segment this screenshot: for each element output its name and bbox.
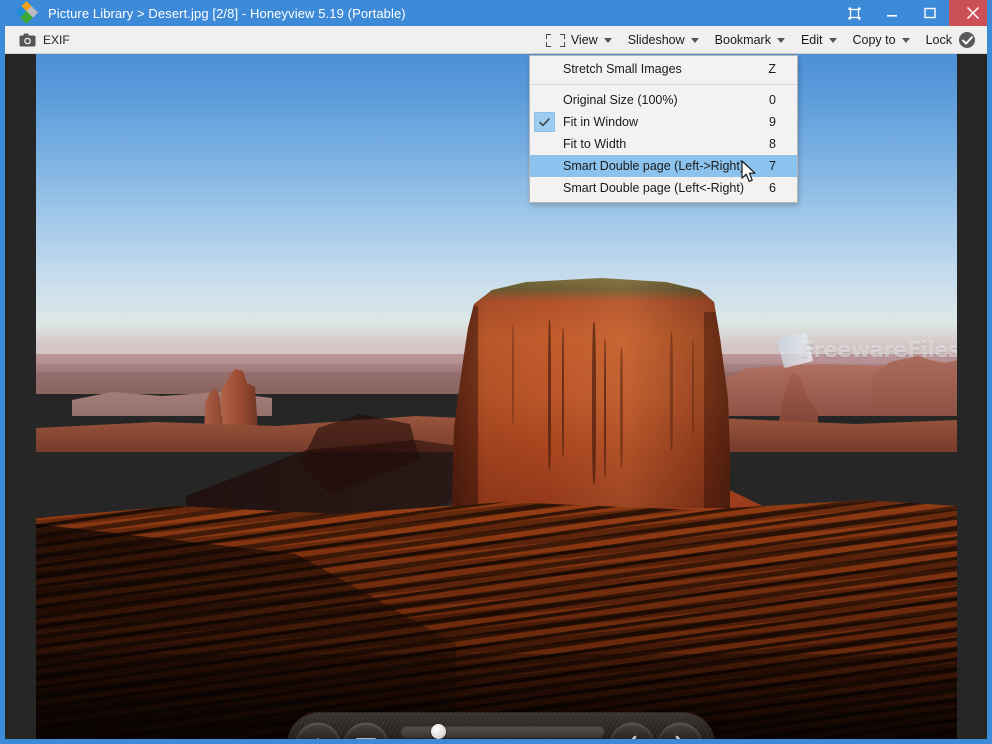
menu-bookmark-label: Bookmark [715, 33, 771, 47]
caption-buttons [835, 0, 992, 26]
menu-item-label: Fit to Width [563, 137, 626, 151]
menu-item-original-size[interactable]: Original Size (100%) 0 [530, 89, 797, 111]
menu-item-stretch-small-images[interactable]: Stretch Small Images Z [530, 58, 797, 80]
bottom-control-bar: Lock [288, 713, 714, 739]
previous-image-button[interactable] [610, 723, 654, 739]
minimize-button[interactable] [873, 0, 911, 26]
progress-slider[interactable] [400, 725, 605, 738]
checkmark-icon [534, 112, 555, 132]
menu-separator [531, 84, 796, 85]
menu-item-label: Smart Double page (Left<-Right) [563, 181, 744, 195]
displayed-photo: FreewareFiles.com [36, 54, 957, 739]
toolbar-menus: View Slideshow Bookmark Edit Copy to Loc… [538, 26, 983, 54]
menu-item-fit-to-width[interactable]: Fit to Width 8 [530, 133, 797, 155]
menu-edit[interactable]: Edit [793, 26, 845, 54]
menu-item-smart-double-page-rtl[interactable]: Smart Double page (Left<-Right) 6 [530, 177, 797, 199]
eject-icon [307, 736, 329, 739]
application-window: Picture Library > Desert.jpg [2/8] - Hon… [0, 0, 992, 744]
menu-bookmark[interactable]: Bookmark [707, 26, 793, 54]
toolbar: EXIF View Slideshow Bookmark Edit [5, 26, 987, 54]
chevron-down-icon [691, 38, 699, 43]
image-viewer-canvas[interactable]: FreewareFiles.com [5, 54, 987, 739]
menu-item-fit-in-window[interactable]: Fit in Window 9 [530, 111, 797, 133]
eject-button[interactable] [296, 723, 340, 739]
menu-item-shortcut: 6 [769, 181, 776, 195]
menu-view-label: View [571, 33, 598, 47]
menu-item-smart-double-page-ltr[interactable]: Smart Double page (Left->Right) 7 [530, 155, 797, 177]
chevron-down-icon [829, 38, 837, 43]
exif-button[interactable]: EXIF [19, 27, 70, 53]
menu-item-shortcut: 7 [769, 159, 776, 173]
menu-slideshow[interactable]: Slideshow [620, 26, 707, 54]
close-button[interactable] [949, 0, 992, 26]
menu-edit-label: Edit [801, 33, 823, 47]
menu-item-label: Original Size (100%) [563, 93, 678, 107]
lock-check-circle-icon [959, 32, 975, 48]
menu-item-label: Fit in Window [563, 115, 638, 129]
chevron-down-icon [777, 38, 785, 43]
menu-copy-to-label: Copy to [853, 33, 896, 47]
photo-main-butte [452, 278, 730, 508]
view-dropdown-menu: Stretch Small Images Z Original Size (10… [529, 55, 798, 203]
menu-copy-to[interactable]: Copy to [845, 26, 918, 54]
chevron-down-icon [902, 38, 910, 43]
camera-icon [19, 33, 36, 47]
chevron-right-icon [673, 735, 687, 739]
menu-slideshow-label: Slideshow [628, 33, 685, 47]
menu-item-shortcut: 0 [769, 93, 776, 107]
menu-item-shortcut: 9 [769, 115, 776, 129]
next-image-button[interactable] [658, 723, 702, 739]
menu-view[interactable]: View [538, 26, 620, 54]
toolbar-lock-label: Lock [926, 33, 952, 47]
chevron-left-icon [625, 735, 639, 739]
chevron-down-icon [604, 38, 612, 43]
restore-window-button[interactable] [835, 0, 873, 26]
menu-item-shortcut: 8 [769, 137, 776, 151]
title-bar: Picture Library > Desert.jpg [2/8] - Hon… [5, 0, 992, 26]
maximize-button[interactable] [911, 0, 949, 26]
main-menu-button[interactable] [344, 723, 388, 739]
fit-in-window-icon [546, 34, 565, 47]
exif-label: EXIF [43, 33, 70, 47]
hamburger-menu-icon [355, 737, 377, 740]
menu-item-label: Stretch Small Images [563, 62, 682, 76]
toolbar-lock-toggle[interactable]: Lock [918, 26, 983, 54]
honeyview-diamond-logo-icon [17, 3, 39, 23]
menu-item-label: Smart Double page (Left->Right) [563, 159, 744, 173]
slider-thumb[interactable] [431, 724, 446, 739]
window-title: Picture Library > Desert.jpg [2/8] - Hon… [48, 6, 406, 21]
menu-item-shortcut: Z [768, 62, 776, 76]
